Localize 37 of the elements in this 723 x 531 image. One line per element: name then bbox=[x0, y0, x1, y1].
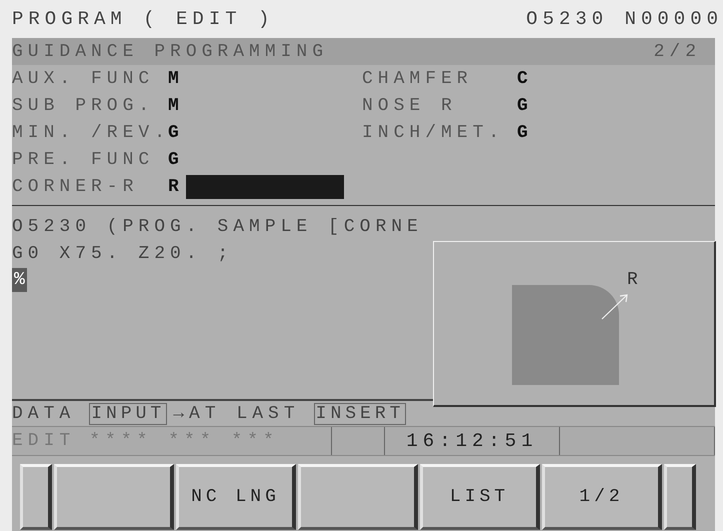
field-code: G bbox=[517, 122, 534, 142]
field-code: G bbox=[517, 96, 534, 116]
field-code: G bbox=[168, 150, 185, 170]
field-label: AUX. FUNC bbox=[12, 68, 156, 88]
screen-title: PROGRAM ( EDIT ) bbox=[12, 8, 274, 30]
input-field[interactable] bbox=[186, 174, 344, 198]
program-line: O5230 (PROG. SAMPLE [CORNE bbox=[12, 216, 424, 239]
arrow-icon bbox=[602, 294, 628, 320]
field-label: SUB PROG. bbox=[12, 96, 156, 116]
softkey[interactable]: NC LNG bbox=[176, 464, 296, 530]
page-indicator: 2/2 bbox=[654, 42, 701, 62]
program-line: G0 X75. Z20. ; bbox=[12, 243, 234, 266]
clock-time: 16:12:51 bbox=[385, 427, 560, 455]
program-number: O5230 N00000 bbox=[526, 8, 723, 30]
softkey[interactable]: 1/2 bbox=[542, 464, 662, 530]
data-text: →AT LAST bbox=[173, 404, 300, 424]
field-label: CORNER-R bbox=[12, 176, 140, 196]
mode-indicator: INPUT bbox=[89, 402, 168, 424]
field-code: C bbox=[517, 68, 534, 88]
field-label: PRE. FUNC bbox=[12, 150, 156, 170]
field-code: M bbox=[168, 96, 185, 116]
field-label: MIN. /REV. bbox=[12, 122, 168, 142]
field-label: INCH/MET. bbox=[362, 122, 506, 142]
status-flags: **** *** *** bbox=[89, 431, 279, 451]
softkey[interactable]: LIST bbox=[420, 464, 540, 530]
field-label: NOSE R bbox=[362, 96, 458, 116]
field-code: G bbox=[168, 122, 185, 142]
field-label: CHAMFER bbox=[362, 68, 474, 88]
program-cursor: % bbox=[12, 268, 27, 292]
softkey[interactable] bbox=[54, 464, 174, 530]
softkey[interactable] bbox=[298, 464, 418, 530]
field-code: M bbox=[168, 68, 185, 88]
data-text: DATA bbox=[12, 404, 76, 424]
mode-indicator: INSERT bbox=[314, 402, 406, 424]
radius-label: R bbox=[627, 270, 643, 290]
field-code: R bbox=[168, 176, 184, 196]
guidance-title: GUIDANCE PROGRAMMING bbox=[12, 42, 328, 62]
